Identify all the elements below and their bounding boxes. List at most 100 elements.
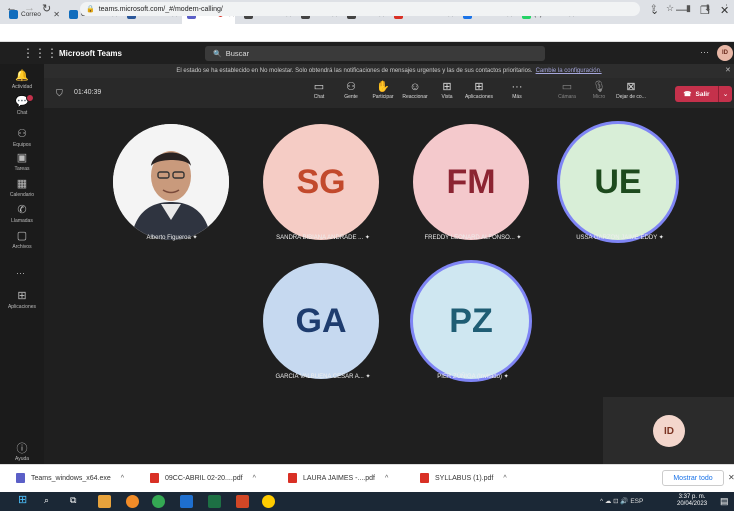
clock-date: 20/04/2023 — [677, 501, 708, 507]
excel-icon[interactable] — [208, 495, 221, 508]
call-control-camera-off-button[interactable]: ▭ Cámara — [552, 81, 582, 100]
notice-settings-link[interactable]: Cambie la configuración. — [536, 68, 602, 74]
search-input[interactable]: 🔍 Buscar — [205, 46, 545, 61]
chrome-icon[interactable] — [152, 495, 165, 508]
firefox-icon[interactable] — [126, 495, 139, 508]
sidebar-item-aplicaciones[interactable]: ⊞ Aplicaciones — [0, 290, 44, 310]
call-control-mic-off-button[interactable]: 🎙 Micro — [584, 81, 614, 100]
call-control-apps-button[interactable]: ⊞ Aplicaciones — [464, 81, 494, 100]
sidebar-item-llamadas[interactable]: ✆ Llamadas — [0, 204, 44, 224]
shield-icon[interactable]: ⛉ — [56, 88, 63, 99]
participant-avatar[interactable]: SG — [263, 124, 379, 240]
sidebar-item-equipos[interactable]: ⚇ Equipos — [0, 128, 44, 148]
help-button[interactable]: ⓘ Ayuda — [8, 440, 36, 462]
system-tray[interactable]: ^ ☁ ⊡ 🔊 ESP — [600, 497, 643, 505]
chevron-up-icon[interactable]: ^ — [503, 475, 506, 482]
chevron-up-icon[interactable]: ^ — [253, 475, 256, 482]
download-item[interactable]: SYLLABUS (1).pdf ^ — [420, 473, 507, 483]
download-icon[interactable]: ⬇ — [704, 3, 712, 14]
mic-off-icon: 🎙 — [592, 81, 606, 93]
powerpoint-icon[interactable] — [236, 495, 249, 508]
person-photo-icon — [113, 124, 229, 240]
grid-view-icon: ⊞ — [442, 81, 452, 93]
call-control-people-button[interactable]: ⚇ Gente — [336, 81, 366, 100]
chevron-up-icon[interactable]: ^ — [385, 475, 388, 482]
chevron-down-icon[interactable]: ⌄ — [718, 86, 732, 102]
search-icon[interactable]: ⌕ — [44, 495, 57, 508]
windows-start-icon[interactable]: ⊞ — [18, 493, 31, 506]
more-options-icon[interactable]: ··· — [700, 47, 709, 57]
chevron-up-icon[interactable]: ^ — [121, 475, 124, 482]
participant-avatar[interactable]: GA — [263, 263, 379, 379]
chat-icon: 💬 — [15, 96, 29, 108]
file-icon — [288, 473, 297, 483]
more-apps-icon[interactable]: ··· — [16, 268, 25, 278]
file-icon — [420, 473, 429, 483]
download-item[interactable]: Teams_windows_x64.exe ^ — [16, 473, 124, 483]
smile-icon: ☺ — [409, 81, 421, 93]
participant-avatar[interactable]: FM — [413, 124, 529, 240]
avatar-initials: UE — [594, 162, 642, 201]
notifications-icon[interactable]: ▤ — [720, 496, 729, 507]
call-control-label: Dejar de co... — [616, 94, 646, 100]
reload-icon[interactable]: ↻ — [42, 2, 51, 15]
mic-muted-icon: ✦ — [657, 235, 664, 241]
mic-muted-icon: ✦ — [501, 374, 509, 380]
avatar-initials: PZ — [449, 301, 493, 340]
participant-name-text: GARCIA VALBUENA CESAR A... — [275, 374, 364, 380]
app-launcher-icon[interactable]: ⋮⋮⋮ — [22, 46, 58, 60]
sidebar-item-chat[interactable]: 💬 Chat — [0, 94, 44, 116]
download-item[interactable]: LAURA JAIMES -....pdf ^ — [288, 473, 388, 483]
teams-icon: ⚇ — [17, 128, 27, 140]
show-all-button[interactable]: Mostrar todo — [662, 470, 724, 486]
sidebar-item-calendario[interactable]: ▦ Calendario — [0, 178, 44, 198]
browser-toolbar — [0, 24, 734, 42]
back-icon[interactable]: ← — [6, 2, 17, 14]
call-control-label: Más — [512, 94, 522, 100]
browser-menu-icon[interactable]: ⋮ — [722, 3, 731, 14]
bookmark-star-icon[interactable]: ☆ — [666, 3, 674, 14]
participant-name: FREDDY LEONARD ALFONSO... ✦ — [393, 234, 553, 241]
download-item[interactable]: 09CC-ABRIL 02-20....pdf ^ — [150, 473, 256, 483]
call-control-smile-button[interactable]: ☺ Reaccionar — [400, 81, 430, 100]
app-title: Microsoft Teams — [59, 49, 122, 58]
participant-name: Alberto Figueroa ✦ — [92, 234, 252, 241]
participant-name-text: PIER ZÚÑIGA (Invitado) — [437, 374, 502, 380]
call-control-label: Reaccionar — [402, 94, 428, 100]
bell-icon: 🔔 — [15, 70, 29, 82]
close-tab-icon[interactable]: ✕ — [53, 10, 60, 19]
close-icon[interactable]: ✕ — [725, 66, 731, 74]
participant-avatar[interactable]: PZ — [413, 263, 529, 379]
leave-button[interactable]: ☎ Salir — [675, 86, 718, 102]
sidebar-item-actividad[interactable]: 🔔 Actividad — [0, 70, 44, 90]
sidebar-item-label: Llamadas — [11, 218, 33, 224]
file-explorer-icon[interactable] — [98, 495, 111, 508]
sidebar-item-label: Aplicaciones — [7, 304, 37, 310]
call-control-chat-button[interactable]: ▭ Chat — [304, 81, 334, 100]
camera-off-icon: ▭ — [561, 81, 573, 93]
more-icon: ··· — [511, 81, 523, 93]
call-control-stop-share-button[interactable]: ⊠ Dejar de co... — [616, 81, 646, 100]
task-view-icon[interactable]: ⧉ — [70, 495, 83, 508]
outlook-icon[interactable] — [180, 495, 193, 508]
avatar[interactable]: ID — [717, 45, 733, 61]
sidebar-item-tareas[interactable]: ▣ Tareas — [0, 152, 44, 172]
close-icon[interactable]: ✕ — [728, 473, 734, 482]
call-control-more-button[interactable]: ··· Más — [502, 81, 532, 100]
sidebar-item-archivos[interactable]: ▢ Archivos — [0, 230, 44, 250]
taskbar-clock[interactable]: 3:37 p. m. 20/04/2023 — [677, 494, 707, 508]
chrome-active-icon[interactable] — [262, 495, 275, 508]
participant-photo[interactable] — [113, 124, 229, 240]
call-control-grid-view-button[interactable]: ⊞ Vista — [432, 81, 462, 100]
mic-muted-icon: ✦ — [363, 374, 371, 380]
address-bar[interactable]: 🔒 teams.microsoft.com/_#/modern-calling/ — [80, 2, 640, 16]
participant-avatar[interactable]: UE — [560, 124, 676, 240]
forward-icon[interactable]: → — [24, 2, 35, 14]
download-file-name: Teams_windows_x64.exe — [31, 474, 111, 482]
notice-text: El estado se ha establecido en No molest… — [176, 68, 533, 74]
participant-name-text: USSA GARZON JAIME EDDY — [576, 235, 658, 241]
sidebar-item-label: Actividad — [11, 84, 33, 90]
share-icon[interactable]: ⇪ — [650, 3, 658, 14]
call-control-raise-hand-button[interactable]: ✋ Participar — [368, 81, 398, 100]
sidepanel-icon[interactable]: ▮ — [686, 3, 691, 14]
